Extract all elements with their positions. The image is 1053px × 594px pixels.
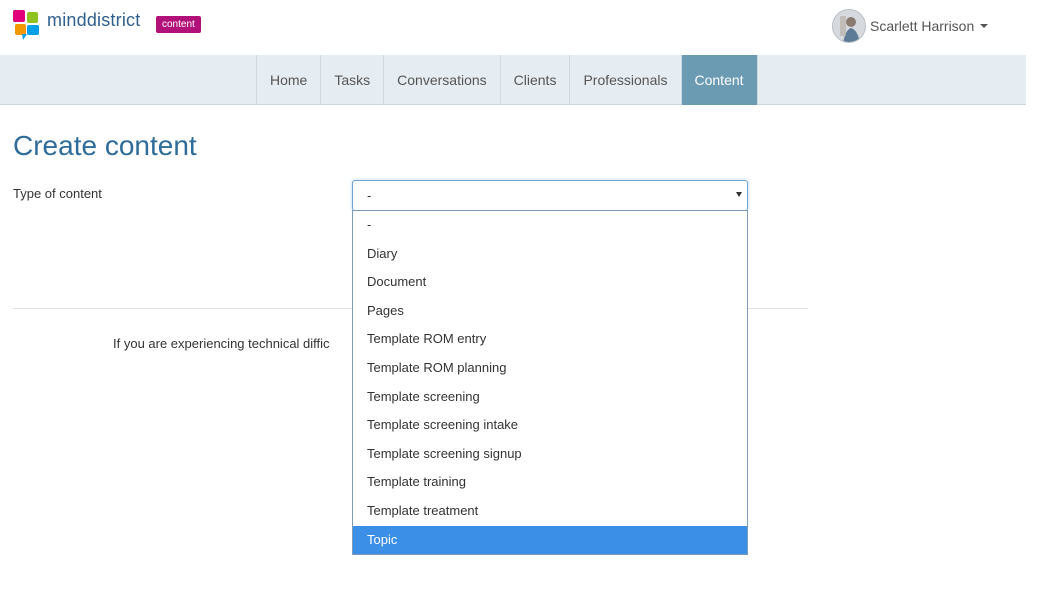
option-template-rom-entry[interactable]: Template ROM entry [353, 325, 747, 354]
option-template-treatment[interactable]: Template treatment [353, 497, 747, 526]
nav-item-clients[interactable]: Clients [499, 55, 570, 105]
type-of-content-select[interactable]: - [352, 180, 748, 211]
option-template-training[interactable]: Template training [353, 468, 747, 497]
nav-item-professionals[interactable]: Professionals [569, 55, 680, 105]
minddistrict-logo-icon[interactable] [13, 10, 41, 40]
nav-item-home[interactable]: Home [256, 55, 320, 105]
option-diary[interactable]: Diary [353, 240, 747, 269]
option-template-screening-intake[interactable]: Template screening intake [353, 411, 747, 440]
brand-name[interactable]: minddistrict [47, 10, 140, 31]
user-avatar-icon [833, 10, 865, 42]
nav-items: Home Tasks Conversations Clients Profess… [256, 55, 758, 105]
page-title: Create content [13, 130, 197, 161]
type-of-content-options: - Diary Document Pages Template ROM entr… [352, 210, 748, 555]
avatar[interactable] [832, 9, 866, 43]
caret-down-icon[interactable] [980, 24, 989, 28]
option-topic[interactable]: Topic [353, 525, 747, 555]
option-template-screening-signup[interactable]: Template screening signup [353, 440, 747, 469]
nav-item-tasks[interactable]: Tasks [320, 55, 383, 105]
nav-item-conversations[interactable]: Conversations [383, 55, 500, 105]
select-value: - [367, 188, 372, 203]
dropdown-arrow-icon[interactable] [736, 192, 742, 197]
option-template-rom-planning[interactable]: Template ROM planning [353, 354, 747, 383]
type-of-content-label: Type of content [13, 186, 102, 201]
main-navigation: Home Tasks Conversations Clients Profess… [0, 55, 1026, 105]
user-name[interactable]: Scarlett Harrison [870, 18, 974, 34]
footer-support-text: If you are experiencing technical diffic [113, 336, 330, 351]
nav-item-content[interactable]: Content [680, 55, 758, 105]
brand-badge: content [156, 16, 201, 33]
option-template-screening[interactable]: Template screening [353, 383, 747, 412]
user-menu[interactable]: Scarlett Harrison [832, 9, 989, 43]
option-pages[interactable]: Pages [353, 297, 747, 326]
option-document[interactable]: Document [353, 268, 747, 297]
option-none[interactable]: - [353, 211, 747, 240]
top-header: minddistrict content Scarlett Harrison [0, 0, 1053, 55]
